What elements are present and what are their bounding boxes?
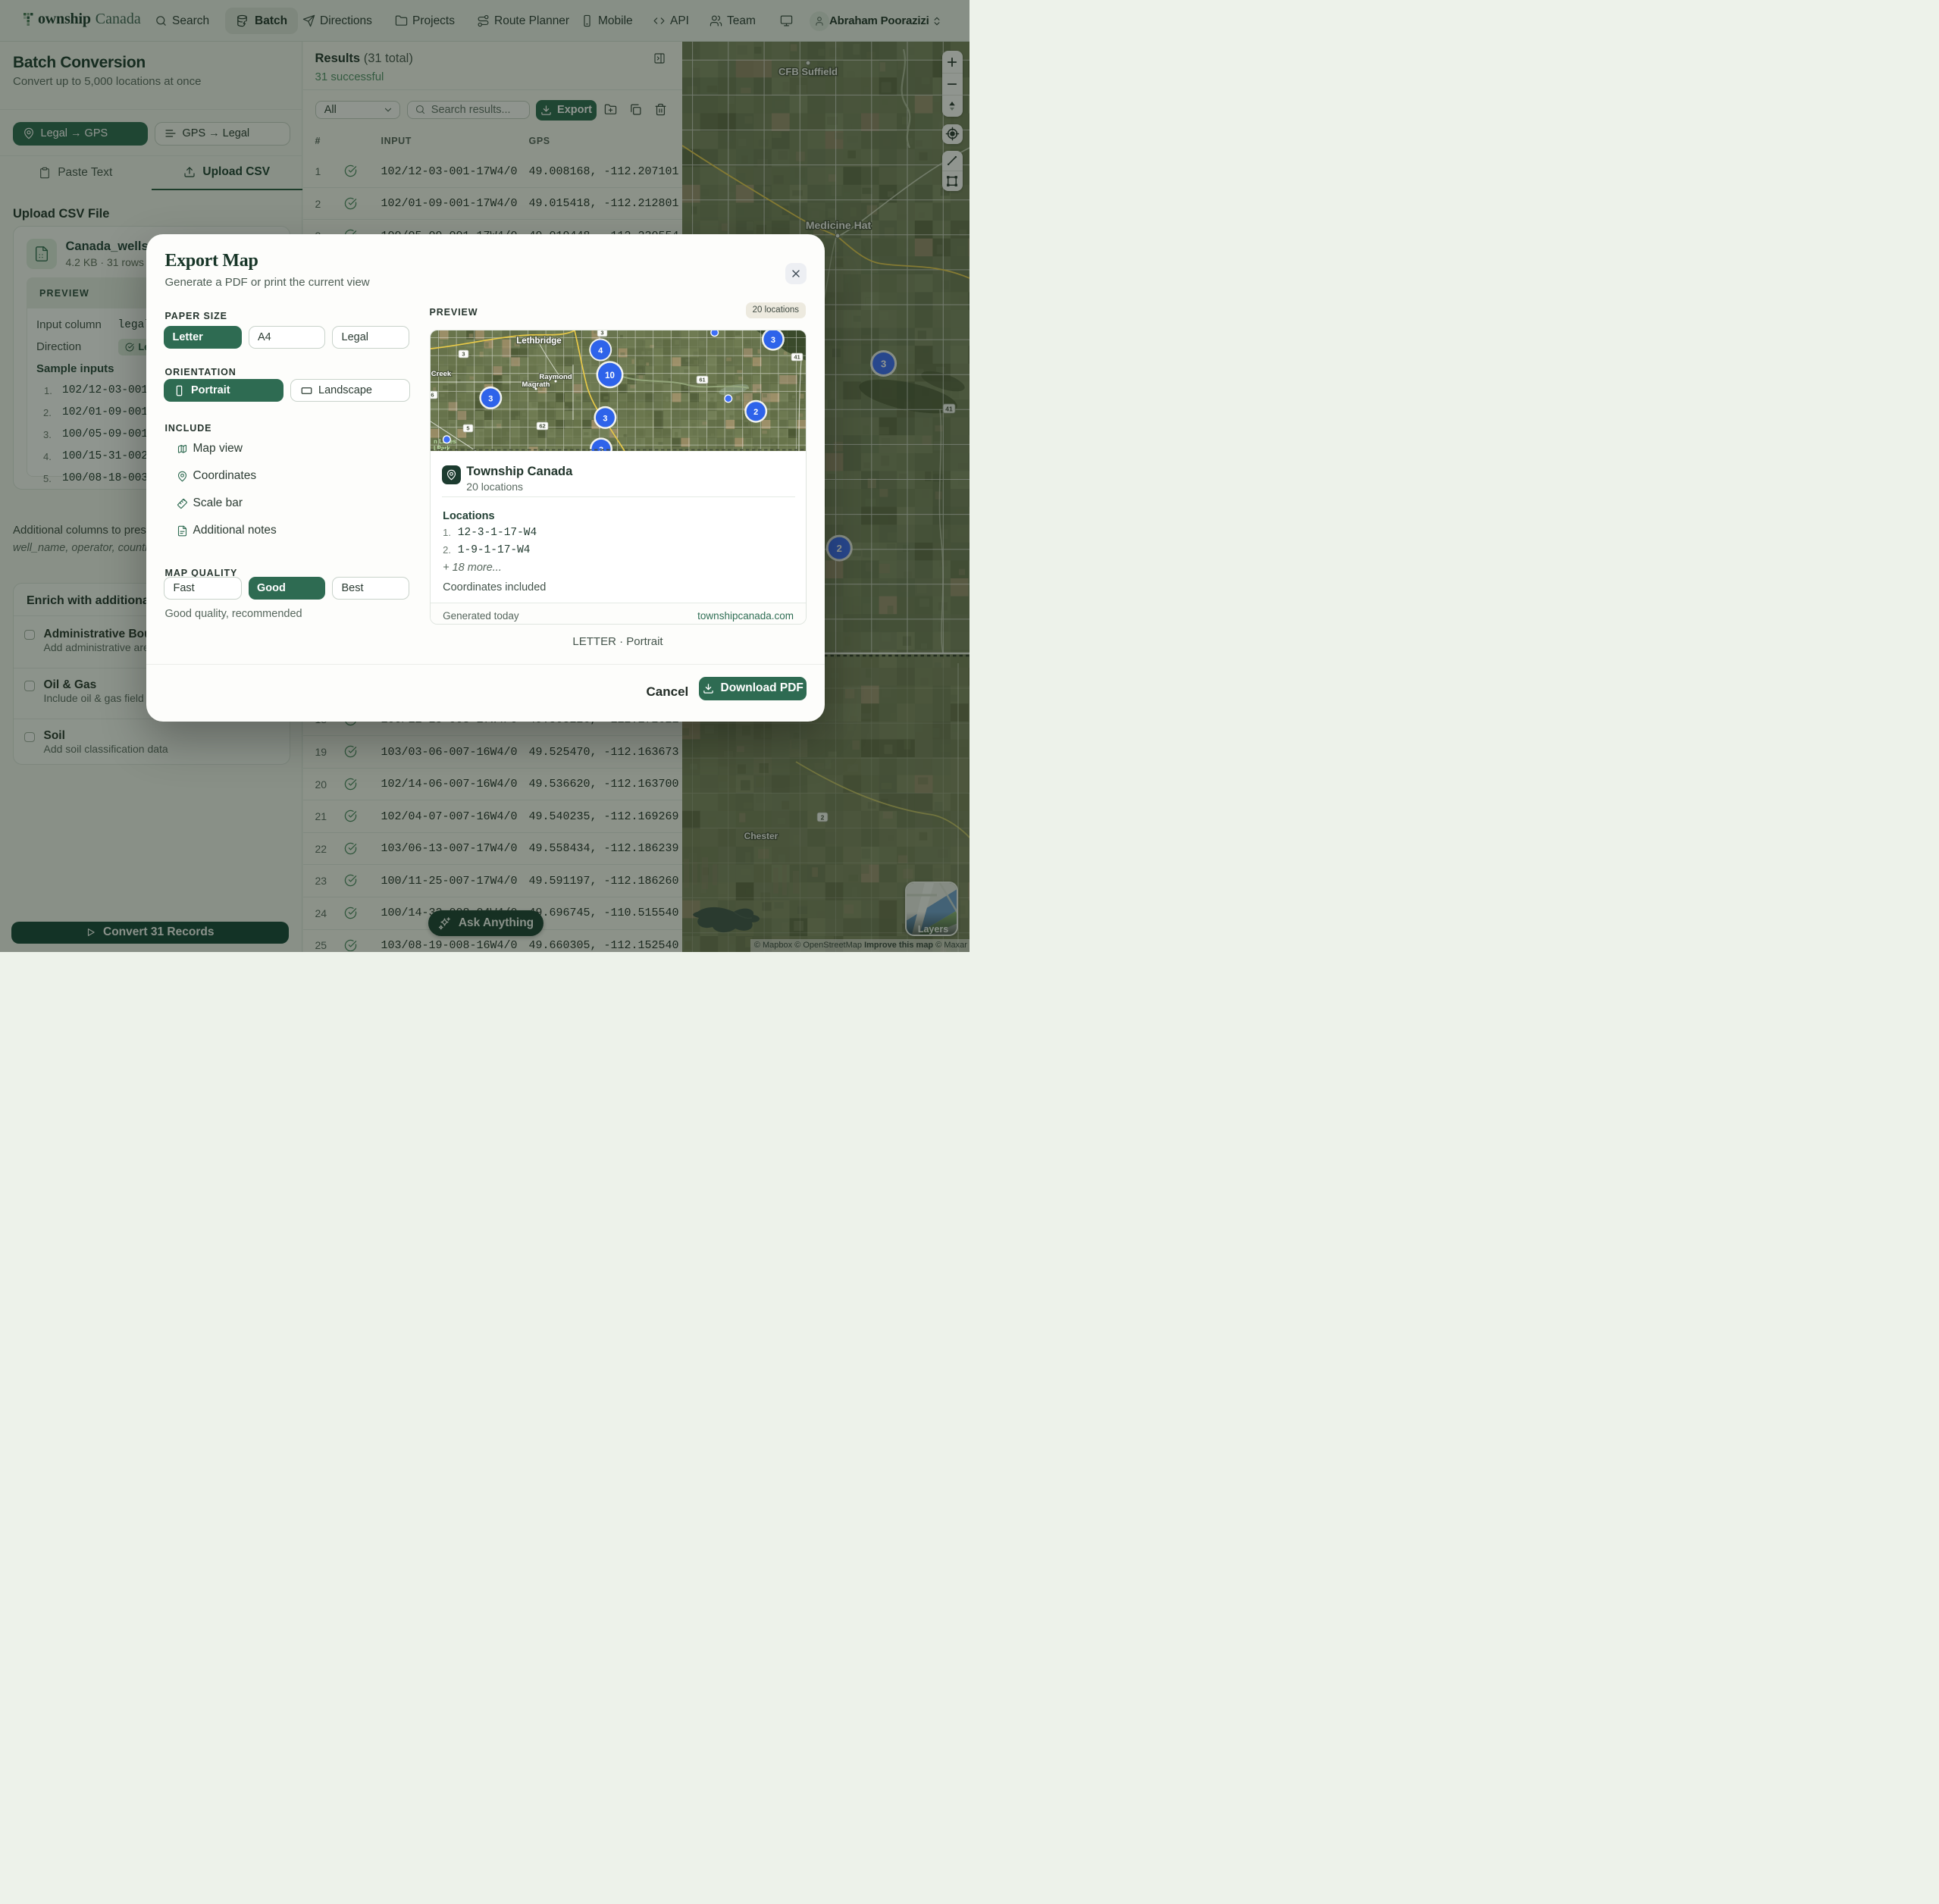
svg-text:3: 3: [600, 330, 603, 337]
svg-text:2: 2: [753, 408, 758, 417]
svg-text:3: 3: [603, 414, 607, 423]
svg-text:5: 5: [466, 425, 469, 432]
svg-text:3: 3: [462, 351, 465, 358]
svg-text:61: 61: [699, 377, 705, 384]
svg-text:41: 41: [794, 354, 800, 361]
svg-text:Lethbridge: Lethbridge: [516, 337, 561, 346]
svg-text:3: 3: [771, 336, 775, 345]
svg-text:l Park: l Park: [434, 445, 450, 451]
svg-text:Creek: Creek: [431, 370, 452, 378]
svg-text:62: 62: [539, 423, 545, 430]
svg-text:4: 4: [598, 346, 603, 355]
svg-text:6: 6: [431, 392, 434, 399]
svg-text:10: 10: [605, 371, 615, 380]
svg-text:Magrath: Magrath: [522, 380, 550, 389]
svg-text:3: 3: [488, 394, 493, 403]
